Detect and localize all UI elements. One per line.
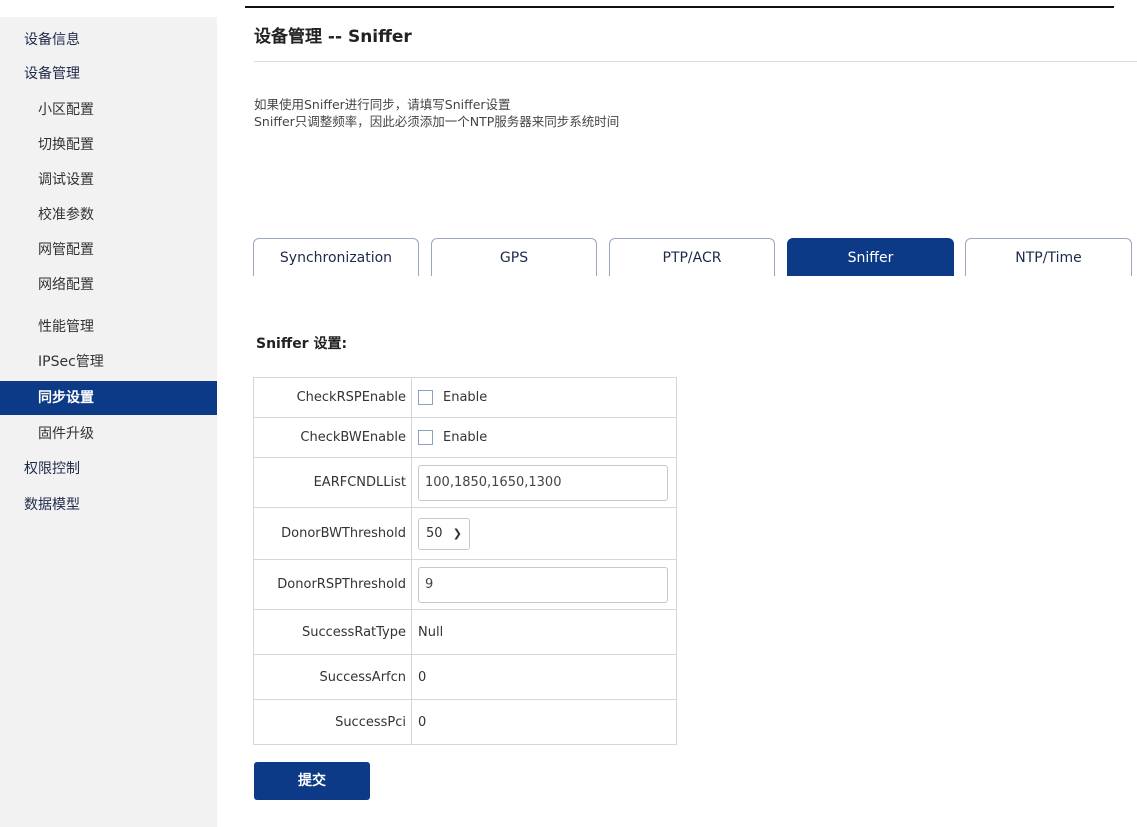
- sidebar-item-access-control[interactable]: 权限控制: [0, 452, 217, 486]
- sidebar-item-performance[interactable]: 性能管理: [0, 310, 217, 344]
- success-arfcn-label: SuccessArfcn: [253, 654, 412, 700]
- sidebar-item-calibration[interactable]: 校准参数: [0, 198, 217, 232]
- success-arfcn-value: 0: [411, 654, 677, 700]
- sidebar-item-network-config[interactable]: 网络配置: [0, 268, 217, 302]
- donor-bw-threshold-select[interactable]: 50 ❯: [418, 517, 470, 550]
- table-row: EARFCNDLList: [253, 457, 677, 508]
- description-line-2: Sniffer只调整频率，因此必须添加一个NTP服务器来同步系统时间: [254, 114, 620, 129]
- donor-rsp-threshold-cell: [411, 559, 677, 610]
- sidebar-item-debug-settings[interactable]: 调试设置: [0, 163, 217, 197]
- check-rsp-enable-cell: Enable: [411, 377, 677, 418]
- check-bw-enable-label: CheckBWEnable: [253, 417, 412, 458]
- check-bw-enable-option: Enable: [443, 430, 488, 445]
- check-rsp-enable-option: Enable: [443, 390, 488, 405]
- sidebar-item-ipsec[interactable]: IPSec管理: [0, 345, 217, 379]
- donor-bw-threshold-value: 50: [426, 525, 443, 541]
- table-row: CheckBWEnable Enable: [253, 417, 677, 458]
- tab-ptp-acr[interactable]: PTP/ACR: [609, 238, 775, 276]
- sidebar-item-cell-config[interactable]: 小区配置: [0, 93, 217, 127]
- tab-ntp-time[interactable]: NTP/Time: [965, 238, 1132, 276]
- check-rsp-enable-checkbox[interactable]: [418, 390, 433, 405]
- table-row: SuccessRatType Null: [253, 609, 677, 655]
- tab-sniffer[interactable]: Sniffer: [787, 238, 954, 276]
- chevron-down-icon: ❯: [452, 526, 462, 540]
- table-row: DonorRSPThreshold: [253, 559, 677, 610]
- section-title: Sniffer 设置:: [256, 336, 348, 352]
- tab-gps[interactable]: GPS: [431, 238, 597, 276]
- title-divider: [254, 61, 1137, 62]
- tab-synchronization[interactable]: Synchronization: [253, 238, 419, 276]
- sidebar-item-firmware-upgrade[interactable]: 固件升级: [0, 417, 217, 451]
- table-row: CheckRSPEnable Enable: [253, 377, 677, 418]
- sniffer-settings-table: CheckRSPEnable Enable CheckBWEnable Enab…: [253, 377, 677, 745]
- check-bw-enable-cell: Enable: [411, 417, 677, 458]
- sidebar-item-device-management[interactable]: 设备管理: [0, 57, 217, 91]
- table-row: SuccessArfcn 0: [253, 654, 677, 700]
- check-rsp-enable-label: CheckRSPEnable: [253, 377, 412, 418]
- success-rat-type-value: Null: [411, 609, 677, 655]
- success-pci-label: SuccessPci: [253, 699, 412, 745]
- donor-rsp-threshold-label: DonorRSPThreshold: [253, 559, 412, 610]
- success-rat-type-label: SuccessRatType: [253, 609, 412, 655]
- sidebar-item-device-info[interactable]: 设备信息: [0, 23, 217, 57]
- top-divider: [245, 6, 1114, 8]
- earfcndl-list-input[interactable]: [418, 464, 668, 501]
- sidebar: 设备信息 设备管理 小区配置 切换配置 调试设置 校准参数 网管配置 网络配置 …: [0, 17, 217, 827]
- success-pci-value: 0: [411, 699, 677, 745]
- sidebar-item-handover-config[interactable]: 切换配置: [0, 128, 217, 162]
- table-row: DonorBWThreshold 50 ❯: [253, 507, 677, 560]
- donor-bw-threshold-cell: 50 ❯: [411, 507, 677, 560]
- table-row: SuccessPci 0: [253, 699, 677, 745]
- donor-bw-threshold-label: DonorBWThreshold: [253, 507, 412, 560]
- earfcndl-list-cell: [411, 457, 677, 508]
- sidebar-item-nms-config[interactable]: 网管配置: [0, 233, 217, 267]
- page-title: 设备管理 -- Sniffer: [254, 27, 412, 47]
- sidebar-item-sync-settings[interactable]: 同步设置: [0, 381, 217, 415]
- earfcndl-list-label: EARFCNDLList: [253, 457, 412, 508]
- submit-button[interactable]: 提交: [254, 762, 370, 800]
- check-bw-enable-checkbox[interactable]: [418, 430, 433, 445]
- sidebar-item-data-model[interactable]: 数据模型: [0, 488, 217, 522]
- donor-rsp-threshold-input[interactable]: [418, 566, 668, 603]
